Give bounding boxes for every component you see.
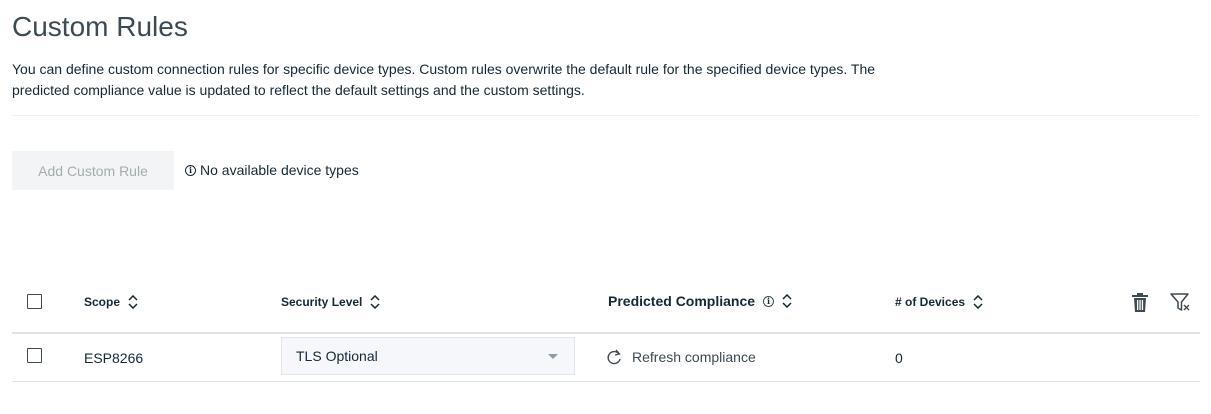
column-label-security-level: Security Level [281,294,363,309]
table-row: ESP8266 TLS Optional Refresh compliance … [12,334,1200,382]
chevron-down-icon [548,354,558,359]
refresh-compliance-button[interactable]: Refresh compliance [607,347,756,367]
column-header-security-level[interactable]: Security Level [281,293,380,310]
sort-icon [782,294,792,308]
row-checkbox[interactable] [27,348,42,363]
info-icon[interactable]: i [763,295,775,307]
refresh-icon [607,349,621,365]
page-title: Custom Rules [12,11,188,42]
column-label-predicted-compliance: Predicted Compliance [608,293,756,309]
scope-cell: ESP8266 [84,350,144,366]
add-custom-rule-button[interactable]: Add Custom Rule [12,151,174,190]
devices-count-cell: 0 [895,350,903,366]
notice-text: No available device types [200,162,359,178]
column-header-predicted-compliance[interactable]: Predicted Compliance i [608,292,792,310]
security-level-select[interactable]: TLS Optional [281,337,575,375]
security-level-value: TLS Optional [296,348,378,364]
sort-icon [973,294,983,309]
column-label-devices: # of Devices [895,294,966,309]
sort-icon [370,294,380,309]
no-device-types-notice: i No available device types [185,162,359,178]
info-icon: i [185,164,196,176]
table-header: Scope Security Level Predicted Complianc… [12,282,1200,334]
sort-icon [128,294,138,309]
page-description: You can define custom connection rules f… [12,61,876,98]
section-divider [12,115,1199,116]
filter-icon[interactable] [1170,292,1190,312]
column-header-devices[interactable]: # of Devices [895,293,983,310]
column-header-scope[interactable]: Scope [84,293,138,310]
refresh-compliance-label: Refresh compliance [632,349,756,365]
column-label-scope: Scope [84,294,121,309]
select-all-checkbox[interactable] [27,294,42,309]
trash-icon[interactable] [1130,292,1150,312]
